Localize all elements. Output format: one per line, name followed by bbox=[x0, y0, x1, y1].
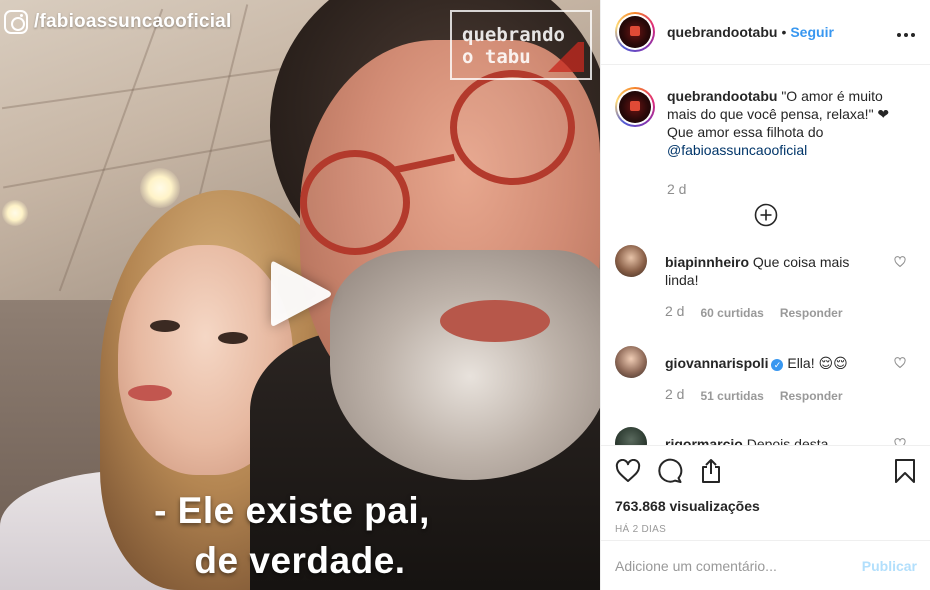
post-header: quebrandootabu • Seguir bbox=[601, 0, 930, 65]
commenter-avatar[interactable] bbox=[615, 245, 647, 277]
instagram-icon bbox=[4, 10, 28, 34]
comment-input[interactable] bbox=[615, 557, 862, 574]
comment-body: giovannarispoli ✓ Ella! 😌😌 2 d 51 curtida… bbox=[665, 354, 885, 405]
comment-body: rigormarcio Depois desta bbox=[665, 435, 885, 445]
comment-like-button[interactable] bbox=[894, 437, 906, 445]
video-subtitle-line1: - Ele existe pai, bbox=[154, 490, 430, 531]
comment-username[interactable]: biapinnheiro bbox=[665, 254, 749, 270]
comment-like-button[interactable] bbox=[894, 255, 906, 271]
glasses-lens-right bbox=[450, 70, 575, 185]
view-count[interactable]: 763.868 visualizações bbox=[615, 498, 916, 514]
like-button[interactable] bbox=[615, 459, 641, 483]
glasses-lens-left bbox=[300, 150, 410, 255]
comment-body: biapinnheiro Que coisa mais linda! 2 d 6… bbox=[665, 253, 885, 322]
reply-button[interactable]: Responder bbox=[780, 387, 843, 405]
play-button[interactable] bbox=[265, 258, 337, 330]
comment-bubble-icon bbox=[658, 458, 683, 483]
caption-mention[interactable]: @fabioassuncaooficial bbox=[667, 142, 807, 158]
publish-button[interactable]: Publicar bbox=[862, 558, 917, 574]
comment-username[interactable]: giovannarispoli bbox=[665, 355, 768, 371]
add-comment-bar: Publicar bbox=[601, 540, 930, 590]
caption-timestamp[interactable]: 2 d bbox=[667, 181, 916, 197]
girl-lips bbox=[128, 385, 172, 401]
more-options-button[interactable] bbox=[896, 21, 916, 44]
caption-text: quebrandootabu "O amor é muito mais do q… bbox=[667, 87, 916, 159]
avatar-logo bbox=[619, 91, 651, 123]
man-beard bbox=[330, 250, 600, 480]
avatar-inner bbox=[617, 14, 653, 50]
avatar-logo bbox=[619, 16, 651, 48]
comment-text: Depois desta bbox=[746, 436, 829, 445]
girl-eye bbox=[218, 332, 248, 344]
commenter-avatar[interactable] bbox=[615, 346, 647, 378]
author-avatar[interactable] bbox=[615, 12, 655, 52]
share-icon bbox=[702, 459, 720, 483]
comment-text: Ella! 😌😌 bbox=[787, 355, 848, 371]
action-bar bbox=[615, 456, 916, 486]
watermark-text: /fabioassuncaooficial bbox=[34, 11, 232, 32]
comment-username[interactable]: rigormarcio bbox=[665, 436, 743, 445]
comment-like-button[interactable] bbox=[894, 356, 906, 372]
caption-avatar[interactable] bbox=[615, 87, 655, 127]
comment-button[interactable] bbox=[657, 458, 683, 484]
video-player[interactable]: /fabioassuncaooficial quebrando o tabu -… bbox=[0, 0, 600, 590]
comment-likes[interactable]: 51 curtidas bbox=[700, 387, 763, 405]
comment-meta: 2 d 60 curtidas Responder bbox=[665, 302, 885, 322]
follow-button[interactable]: Seguir bbox=[790, 24, 834, 40]
plus-circle-icon bbox=[754, 203, 777, 227]
avatar-inner bbox=[617, 89, 653, 125]
post-caption: quebrandootabu "O amor é muito mais do q… bbox=[615, 65, 916, 159]
ceiling-light bbox=[140, 168, 180, 208]
comment-meta: 2 d 51 curtidas Responder bbox=[665, 385, 885, 405]
caption-username[interactable]: quebrandootabu bbox=[667, 88, 777, 104]
comment-item: giovannarispoli ✓ Ella! 😌😌 2 d 51 curtida… bbox=[615, 346, 916, 405]
verified-badge-icon: ✓ bbox=[771, 359, 784, 371]
heart-outline-icon bbox=[894, 438, 906, 445]
post-side-panel: quebrandootabu • Seguir quebrandootabu "… bbox=[600, 0, 930, 590]
header-separator: • bbox=[781, 24, 787, 40]
heart-icon bbox=[615, 459, 641, 482]
video-watermark: /fabioassuncaooficial bbox=[4, 10, 231, 34]
ceiling-light bbox=[2, 200, 28, 226]
author-username[interactable]: quebrandootabu bbox=[667, 24, 777, 40]
logo-mark bbox=[548, 42, 584, 72]
comment-likes[interactable]: 60 curtidas bbox=[700, 304, 763, 322]
save-button[interactable] bbox=[894, 458, 916, 484]
post-actions-section: 763.868 visualizações HÁ 2 DIAS Publicar bbox=[601, 445, 930, 590]
video-subtitle-line2: de verdade. bbox=[194, 540, 406, 581]
comment-time[interactable]: 2 d bbox=[665, 302, 684, 322]
comments-scroll-area[interactable]: quebrandootabu "O amor é muito mais do q… bbox=[601, 65, 930, 445]
comment-item: biapinnheiro Que coisa mais linda! 2 d 6… bbox=[615, 245, 916, 322]
bookmark-icon bbox=[895, 459, 915, 483]
load-more-comments-button[interactable] bbox=[615, 203, 916, 227]
reply-button[interactable]: Responder bbox=[780, 304, 843, 322]
heart-outline-icon bbox=[894, 256, 906, 268]
girl-eye bbox=[150, 320, 180, 332]
commenter-avatar[interactable] bbox=[615, 427, 647, 445]
brand-logo-stamp: quebrando o tabu bbox=[450, 10, 592, 80]
comment-time[interactable]: 2 d bbox=[665, 385, 684, 405]
post-date[interactable]: HÁ 2 DIAS bbox=[615, 524, 916, 535]
man-mouth bbox=[440, 300, 550, 342]
play-icon bbox=[271, 261, 331, 326]
comment-item: rigormarcio Depois desta bbox=[615, 427, 916, 445]
heart-outline-icon bbox=[894, 357, 906, 369]
share-button[interactable] bbox=[699, 458, 723, 484]
instagram-post: /fabioassuncaooficial quebrando o tabu -… bbox=[0, 0, 930, 590]
more-icon bbox=[897, 32, 915, 37]
